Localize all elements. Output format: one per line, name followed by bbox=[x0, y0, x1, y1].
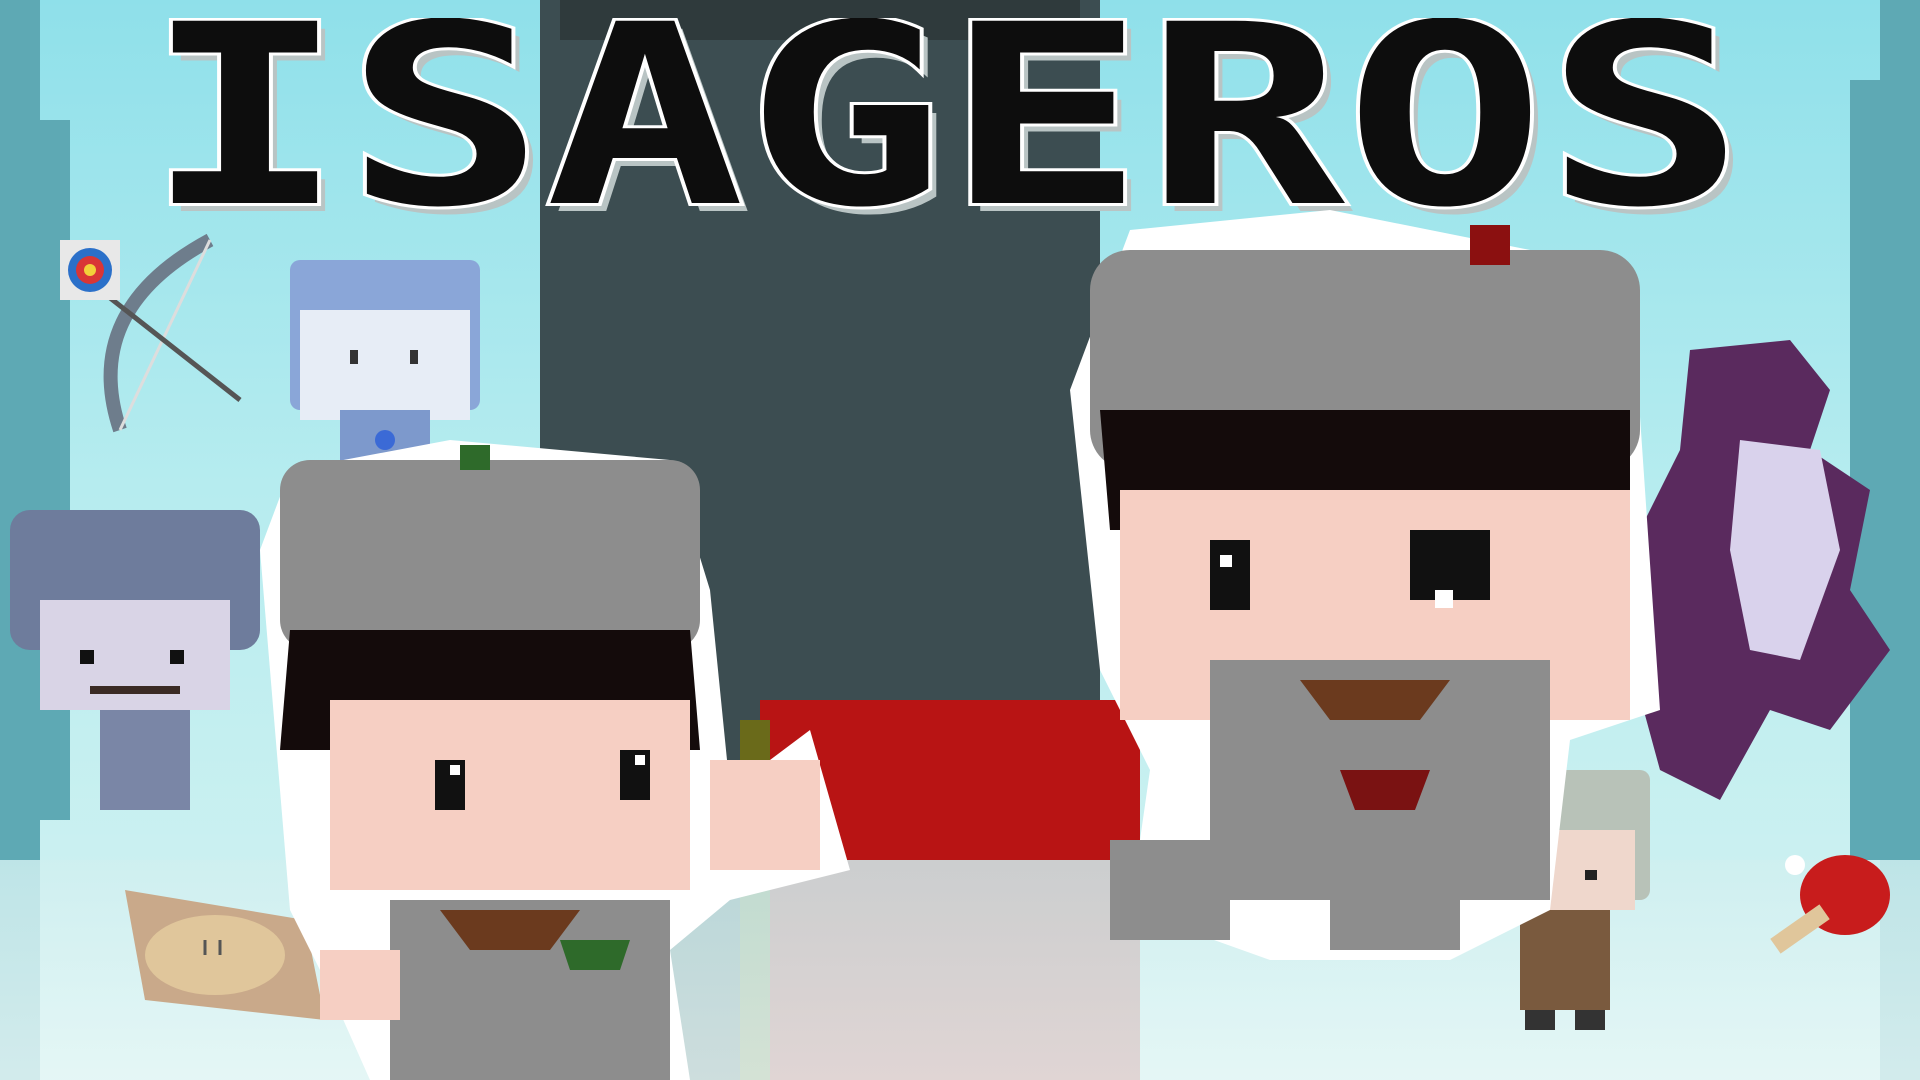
turban-character bbox=[10, 510, 260, 810]
main-character-left bbox=[260, 440, 850, 1080]
main-character-right bbox=[1070, 210, 1660, 960]
archery-target-icon bbox=[60, 240, 120, 300]
ping-pong-paddle-icon bbox=[1770, 855, 1890, 954]
